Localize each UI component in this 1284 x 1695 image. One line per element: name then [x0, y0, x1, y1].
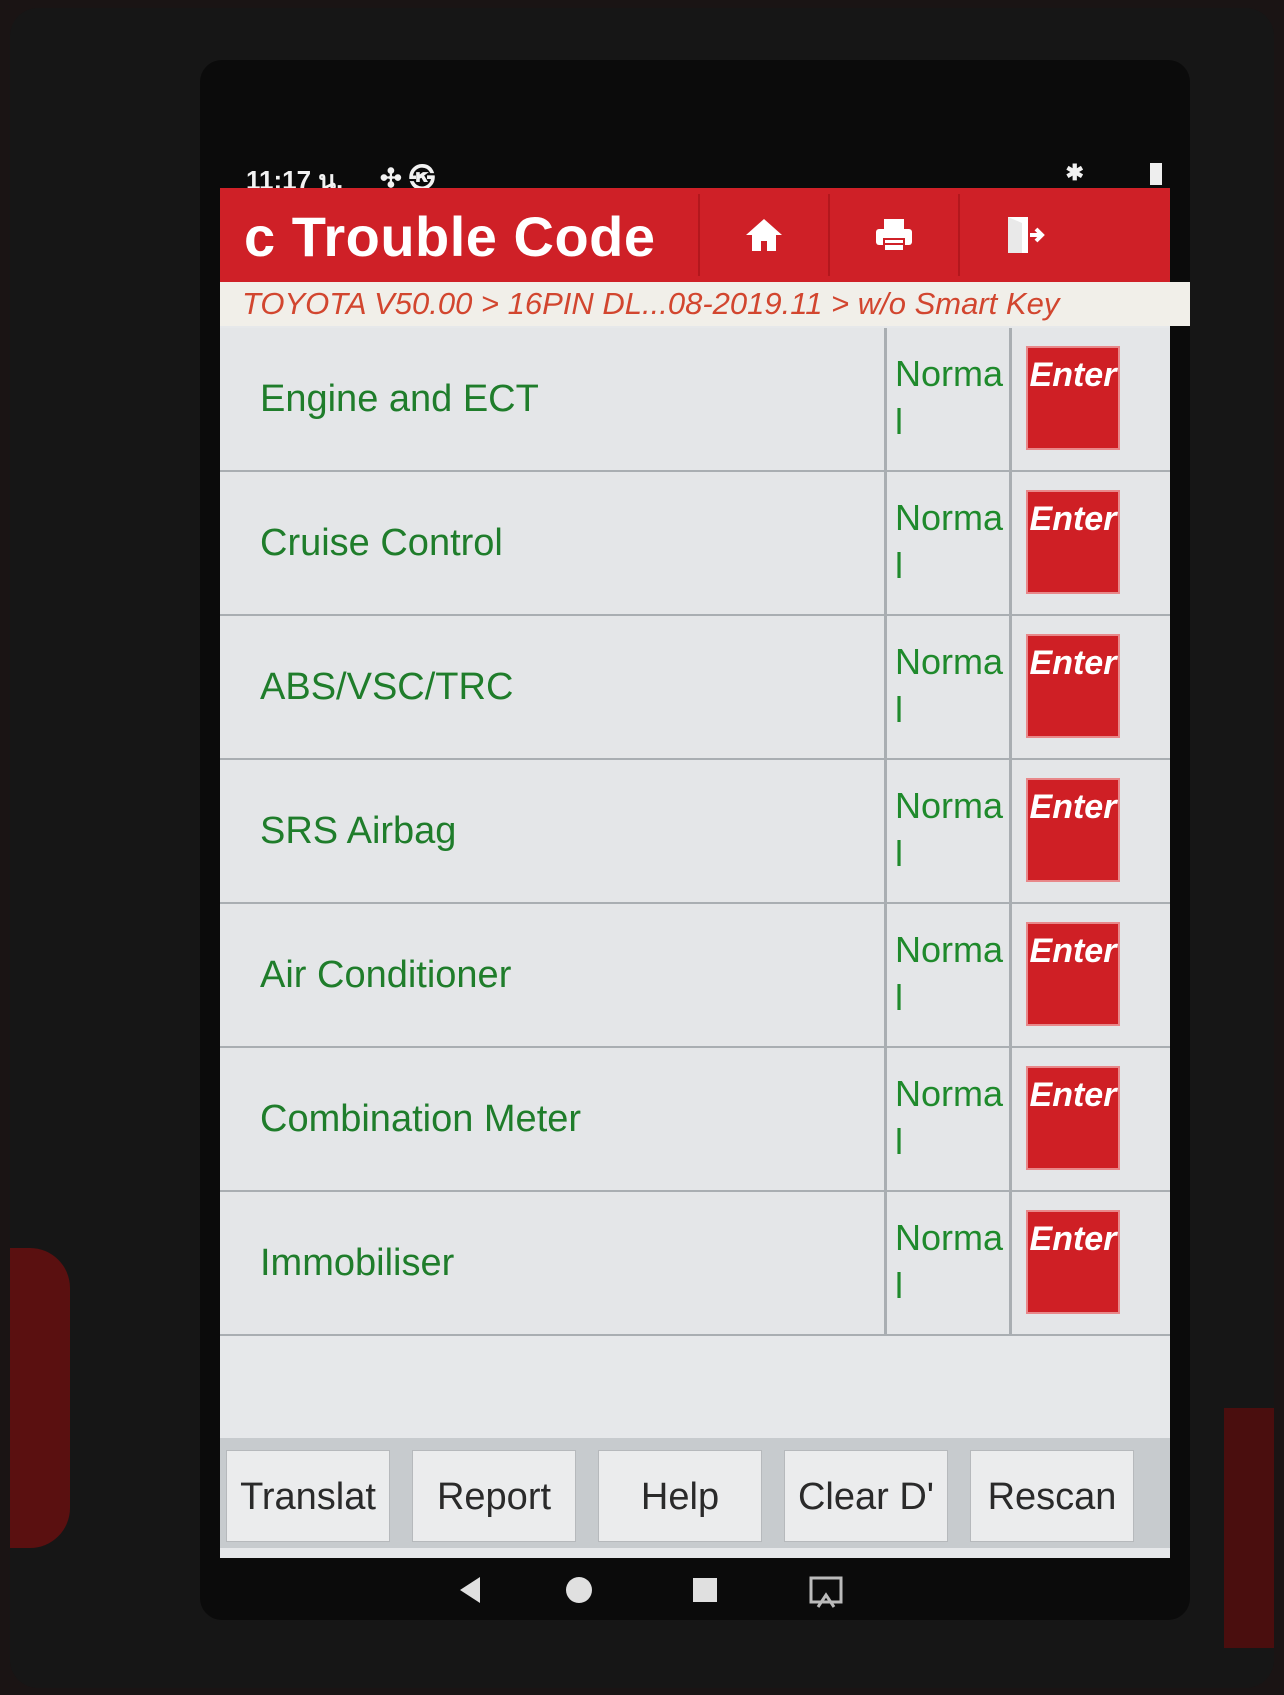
battery-icon	[1150, 163, 1162, 186]
screenshot-icon[interactable]	[806, 1573, 846, 1613]
rescan-button[interactable]: Rescan	[970, 1450, 1134, 1542]
system-list: Engine and ECT Normal Enter Cruise Contr…	[220, 328, 1170, 1336]
home-icon	[746, 219, 782, 251]
system-status: Normal	[884, 760, 1012, 902]
app-window: c Trouble Code TOYOTA V50.00 > 16PIN DL.…	[220, 188, 1190, 1558]
enter-button[interactable]: Enter	[1026, 922, 1120, 1026]
enter-button[interactable]: Enter	[1026, 490, 1120, 594]
page-title: c Trouble Code	[244, 205, 656, 268]
help-button[interactable]: Help	[598, 1450, 762, 1542]
system-name: Immobiliser	[260, 1242, 455, 1284]
device-frame: 11:17 น. ✣ ㉿ ✱ c Trouble Code TOYOTA V50…	[10, 8, 1274, 1688]
system-name: Air Conditioner	[260, 954, 512, 996]
list-item: ABS/VSC/TRC Normal Enter	[220, 616, 1170, 760]
android-nav-bar	[200, 1565, 1190, 1620]
status-right-icons: ✱	[1065, 160, 1162, 186]
bottom-toolbar: Translat Report Help Clear D' Rescan	[220, 1438, 1170, 1548]
screen: 11:17 น. ✣ ㉿ ✱ c Trouble Code TOYOTA V50…	[200, 60, 1190, 1620]
clear-dtc-button[interactable]: Clear D'	[784, 1450, 948, 1542]
list-item: Combination Meter Normal Enter	[220, 1048, 1170, 1192]
system-name: SRS Airbag	[260, 810, 457, 852]
system-status: Normal	[884, 472, 1012, 614]
breadcrumb: TOYOTA V50.00 > 16PIN DL...08-2019.11 > …	[220, 282, 1190, 326]
translate-button[interactable]: Translat	[226, 1450, 390, 1542]
system-status: Normal	[884, 1192, 1012, 1334]
list-item: Immobiliser Normal Enter	[220, 1192, 1170, 1336]
circle-home-icon[interactable]	[562, 1573, 596, 1607]
home-button[interactable]	[698, 194, 828, 276]
system-name: Cruise Control	[260, 522, 503, 564]
system-status: Normal	[884, 616, 1012, 758]
list-item: Engine and ECT Normal Enter	[220, 328, 1170, 472]
enter-button[interactable]: Enter	[1026, 346, 1120, 450]
enter-button[interactable]: Enter	[1026, 1210, 1120, 1314]
list-item: Cruise Control Normal Enter	[220, 472, 1170, 616]
device-red-edge-left	[10, 1248, 70, 1548]
system-status: Normal	[884, 328, 1012, 470]
enter-button[interactable]: Enter	[1026, 1066, 1120, 1170]
enter-button[interactable]: Enter	[1026, 778, 1120, 882]
print-button[interactable]	[828, 194, 958, 276]
system-status: Normal	[884, 1048, 1012, 1190]
report-button[interactable]: Report	[412, 1450, 576, 1542]
header-bar: c Trouble Code	[220, 188, 1170, 282]
system-name: ABS/VSC/TRC	[260, 666, 514, 708]
list-item: Air Conditioner Normal Enter	[220, 904, 1170, 1048]
system-status: Normal	[884, 904, 1012, 1046]
exit-icon	[1008, 217, 1045, 253]
list-item: SRS Airbag Normal Enter	[220, 760, 1170, 904]
recent-apps-icon[interactable]	[688, 1573, 722, 1607]
back-icon[interactable]	[454, 1573, 488, 1607]
bluetooth-icon: ✱	[1065, 160, 1084, 185]
system-name: Combination Meter	[260, 1098, 582, 1140]
enter-button[interactable]: Enter	[1026, 634, 1120, 738]
device-red-edge-right	[1224, 1408, 1274, 1648]
print-icon	[876, 219, 912, 252]
exit-button[interactable]	[958, 194, 1088, 276]
system-name: Engine and ECT	[260, 378, 539, 420]
